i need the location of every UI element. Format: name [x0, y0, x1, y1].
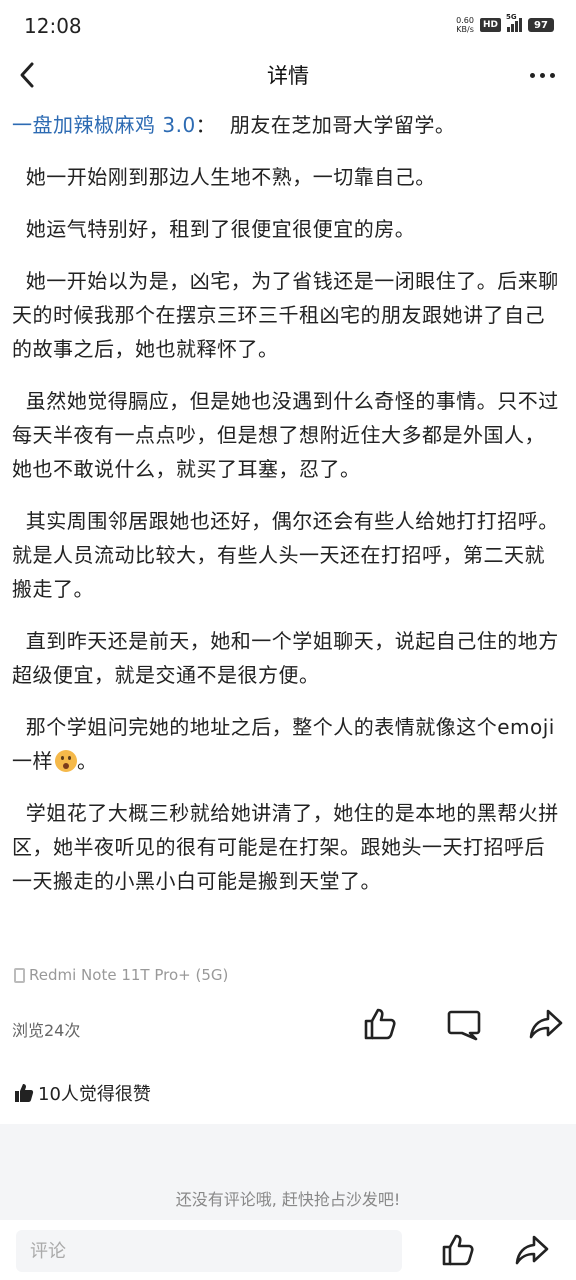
- signal-icon: 5G: [506, 13, 522, 32]
- empty-comments-text: 还没有评论哦, 赶快抢占沙发吧!: [175, 1190, 401, 1209]
- network-speed: 0.60 KB/s: [456, 16, 474, 34]
- comment-bubble-icon[interactable]: [446, 1006, 482, 1042]
- battery-icon: 97: [528, 18, 554, 32]
- post-paragraph-text: 她运气特别好，租到了很便宜很便宜的房。: [25, 217, 416, 241]
- network-type: 5G: [506, 13, 517, 21]
- phone-icon: [14, 967, 25, 983]
- network-speed-unit: KB/s: [456, 25, 474, 34]
- post-paragraph: 直到昨天还是前天，她和一个学姐聊天，说起自己住的地方超级便宜，就是交通不是很方便…: [12, 624, 564, 692]
- battery-level: 97: [534, 19, 548, 31]
- post-paragraph-text: 她一开始以为是，凶宅，为了省钱还是一闭眼住了。后来聊天的时候我那个在摆京三环三千…: [12, 269, 559, 361]
- network-speed-value: 0.60: [456, 16, 474, 25]
- post-paragraph: 学姐花了大概三秒就给她讲清了，她住的是本地的黑帮火拼区，她半夜听见的很有可能是在…: [12, 796, 564, 898]
- page-title: 详情: [267, 64, 309, 88]
- author-name[interactable]: 一盘加辣椒麻鸡 3.0: [12, 113, 196, 137]
- post-paragraph-text: 虽然她觉得膈应，但是她也没遇到什么奇怪的事情。只不过每天半夜有一点点吵，但是想了…: [12, 389, 559, 481]
- share-arrow-icon[interactable]: [528, 1006, 564, 1042]
- post-paragraph: 她运气特别好，租到了很便宜很便宜的房。: [12, 212, 564, 246]
- post-content: 一盘加辣椒麻鸡 3.0： 朋友在芝加哥大学留学。 她一开始刚到那边人生地不熟，一…: [0, 108, 576, 916]
- post-paragraph: 一盘加辣椒麻鸡 3.0： 朋友在芝加哥大学留学。: [12, 108, 564, 142]
- hd-icon: HD: [479, 18, 501, 32]
- status-indicators: 0.60 KB/s HD 5G 97: [456, 13, 554, 34]
- post-paragraph-text: 其实周围邻居跟她也还好，偶尔还会有些人给她打打招呼。就是人员流动比较大，有些人头…: [12, 509, 559, 601]
- status-time: 12:08: [24, 14, 82, 38]
- device-name: Redmi Note 11T Pro+ (5G): [29, 966, 229, 984]
- like-count-text: 10人觉得很赞: [38, 1084, 151, 1105]
- share-arrow-icon[interactable]: [514, 1232, 550, 1268]
- post-paragraph-text: 直到昨天还是前天，她和一个学姐聊天，说起自己住的地方超级便宜，就是交通不是很方便…: [12, 629, 559, 687]
- status-bar: 12:08 0.60 KB/s HD 5G 97: [0, 0, 576, 52]
- post-paragraph-suffix: 。: [77, 749, 98, 773]
- bottom-bar: [0, 1220, 576, 1280]
- post-paragraph: 其实周围邻居跟她也还好，偶尔还会有些人给她打打招呼。就是人员流动比较大，有些人头…: [12, 504, 564, 606]
- thumbs-up-icon[interactable]: [362, 1006, 398, 1042]
- post-paragraph: 她一开始以为是，凶宅，为了省钱还是一闭眼住了。后来聊天的时候我那个在摆京三环三千…: [12, 264, 564, 366]
- comment-input[interactable]: [16, 1230, 402, 1272]
- device-info: Redmi Note 11T Pro+ (5G): [14, 966, 228, 984]
- author-separator: ：: [195, 113, 217, 137]
- post-paragraph: 虽然她觉得膈应，但是她也没遇到什么奇怪的事情。只不过每天半夜有一点点吵，但是想了…: [12, 384, 564, 486]
- nav-bar: 详情: [0, 52, 576, 98]
- post-paragraph-text: 学姐花了大概三秒就给她讲清了，她住的是本地的黑帮火拼区，她半夜听见的很有可能是在…: [12, 801, 559, 893]
- thumbs-up-icon[interactable]: [440, 1232, 476, 1268]
- post-paragraph-text: 她一开始刚到那边人生地不熟，一切靠自己。: [25, 165, 436, 189]
- view-count: 浏览24次: [12, 1021, 81, 1040]
- astonished-emoji-icon: [55, 750, 77, 772]
- thumbs-up-icon: [15, 1084, 34, 1102]
- post-paragraph-text: 朋友在芝加哥大学留学。: [229, 113, 456, 137]
- post-paragraph: 那个学姐问完她的地址之后，整个人的表情就像这个emoji一样。: [12, 710, 564, 778]
- like-summary: 10人觉得很赞: [14, 1080, 151, 1106]
- post-paragraph: 她一开始刚到那边人生地不熟，一切靠自己。: [12, 160, 564, 194]
- more-dots-icon[interactable]: [522, 58, 562, 92]
